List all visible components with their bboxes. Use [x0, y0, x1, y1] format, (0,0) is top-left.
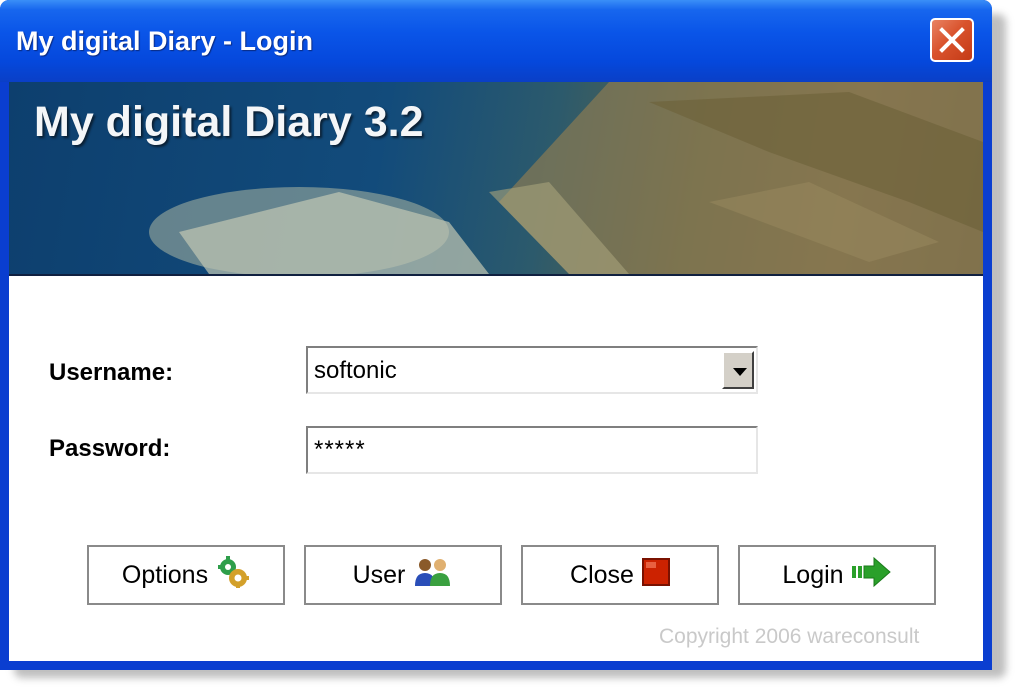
username-dropdown-button[interactable]	[722, 351, 754, 389]
copyright-text: Copyright 2006 wareconsult	[659, 625, 920, 648]
options-gears-icon	[216, 555, 250, 595]
client-area: My digital Diary 3.2 Username: softonic …	[9, 82, 983, 661]
user-button[interactable]: User	[304, 545, 502, 605]
username-combobox[interactable]: softonic	[306, 346, 758, 394]
login-button[interactable]: Login	[738, 545, 936, 605]
stop-square-icon	[641, 557, 670, 593]
banner-title: My digital Diary 3.2	[34, 98, 424, 146]
password-label: Password:	[49, 435, 171, 462]
username-label: Username:	[49, 359, 174, 386]
chevron-down-icon	[733, 368, 747, 376]
header-banner: My digital Diary 3.2	[9, 82, 983, 276]
close-button-label: Close	[570, 560, 634, 589]
user-button-label: User	[352, 560, 406, 589]
window-close-button[interactable]	[930, 18, 974, 62]
options-button-label: Options	[121, 560, 209, 589]
users-icon	[413, 556, 453, 595]
options-button[interactable]: Options	[87, 545, 285, 605]
window-title: My digital Diary - Login	[16, 26, 314, 56]
login-window: My digital Diary - Login My digital Diar…	[0, 0, 992, 670]
arrow-right-icon	[851, 556, 892, 595]
username-value: softonic	[314, 357, 397, 384]
password-field[interactable]: *****	[306, 426, 758, 474]
close-button[interactable]: Close	[521, 545, 719, 605]
close-x-icon	[939, 27, 965, 53]
password-value: *****	[314, 436, 366, 463]
login-button-label: Login	[782, 560, 844, 589]
title-bar[interactable]: My digital Diary - Login	[0, 0, 992, 82]
